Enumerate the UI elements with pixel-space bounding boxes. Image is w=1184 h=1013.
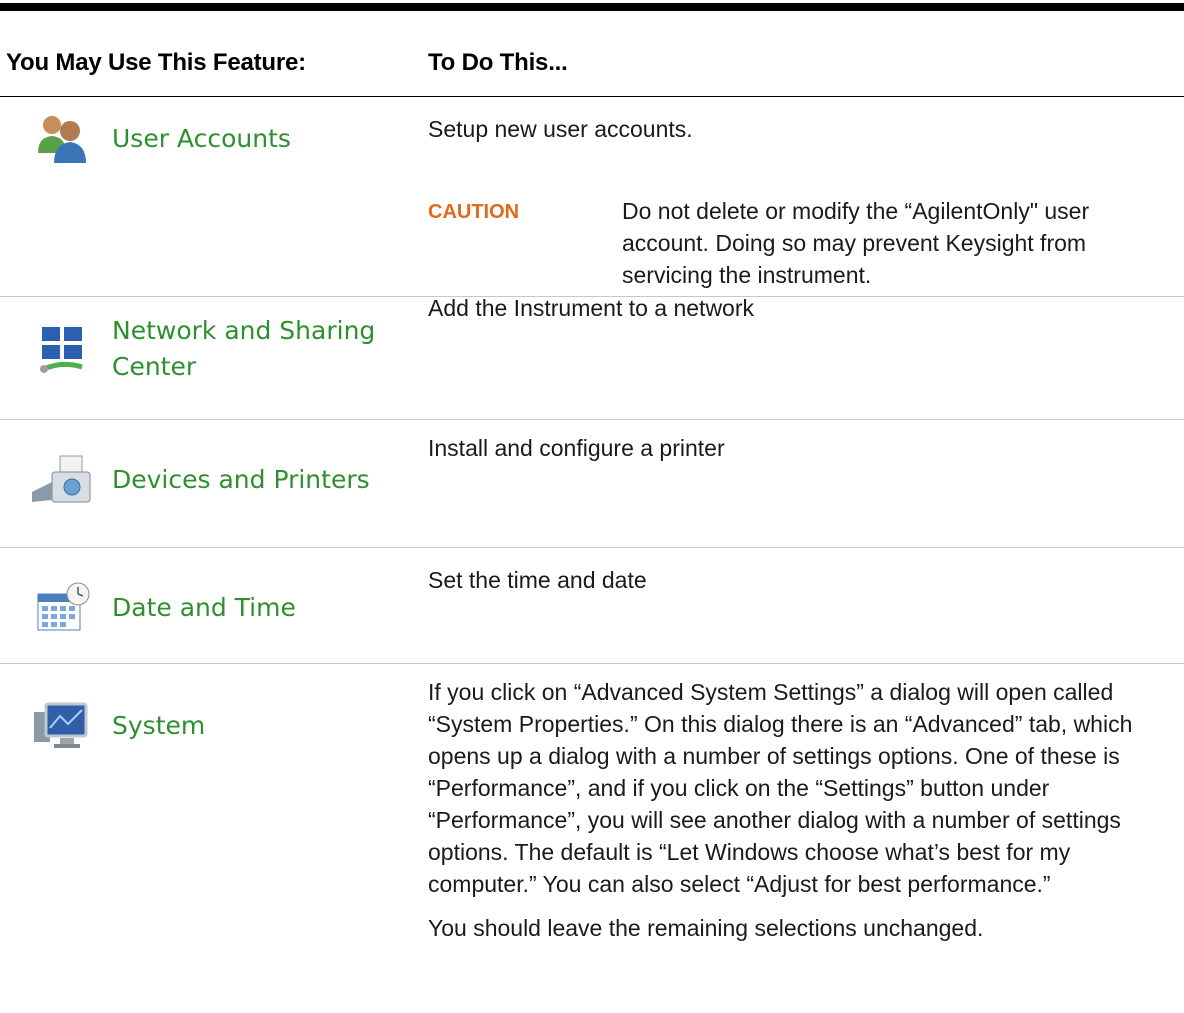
network-sharing-label-line1: Network and Sharing [112, 316, 376, 345]
user-accounts-link[interactable]: User Accounts [30, 111, 291, 167]
header-feature: You May Use This Feature: [6, 49, 306, 76]
system-label: System [112, 711, 206, 740]
caution-label: CAUTION [428, 201, 520, 223]
network-sharing-link[interactable]: Network and Sharing Center [30, 313, 375, 385]
system-description-text: If you click on “Advanced System Setting… [428, 679, 1133, 897]
table-row: Date and Time Set the time and date [0, 548, 1184, 664]
user-accounts-label: User Accounts [112, 124, 291, 153]
table-row: Devices and Printers Install and configu… [0, 420, 1184, 548]
user-accounts-icon [38, 116, 86, 163]
table-header: You May Use This Feature: To Do This... [0, 11, 1184, 97]
network-sharing-label: Network and Sharing Center [112, 313, 375, 385]
system-link[interactable]: System [30, 698, 205, 754]
table-row: Network and Sharing Center Add the Instr… [0, 295, 1184, 420]
header-action: To Do This... [428, 49, 568, 76]
caution-text: Do not delete or modify the “AgilentOnly… [622, 198, 1090, 288]
table-row: User Accounts Setup new user accounts. C… [0, 97, 1184, 297]
calendar-clock-icon [37, 582, 90, 631]
date-time-link[interactable]: Date and Time [30, 580, 296, 636]
network-sharing-label-line2: Center [112, 352, 197, 381]
system-note: You should leave the remaining selection… [428, 915, 984, 941]
date-time-label: Date and Time [112, 593, 296, 622]
table-row: System If you click on “Advanced System … [0, 664, 1184, 1013]
devices-printers-label: Devices and Printers [112, 465, 370, 494]
network-description: Add the Instrument to a network [428, 295, 755, 321]
feature-table: You May Use This Feature: To Do This... … [0, 0, 1184, 1013]
printer-icon [32, 455, 91, 503]
printer-description: Install and configure a printer [428, 435, 725, 461]
top-rule [0, 3, 1184, 11]
user-accounts-description: Setup new user accounts. [428, 116, 693, 142]
system-description: If you click on “Advanced System Setting… [428, 676, 1168, 944]
date-time-description: Set the time and date [428, 567, 647, 593]
devices-printers-link[interactable]: Devices and Printers [30, 452, 370, 508]
system-monitor-icon [34, 702, 88, 748]
network-icon [40, 327, 83, 373]
